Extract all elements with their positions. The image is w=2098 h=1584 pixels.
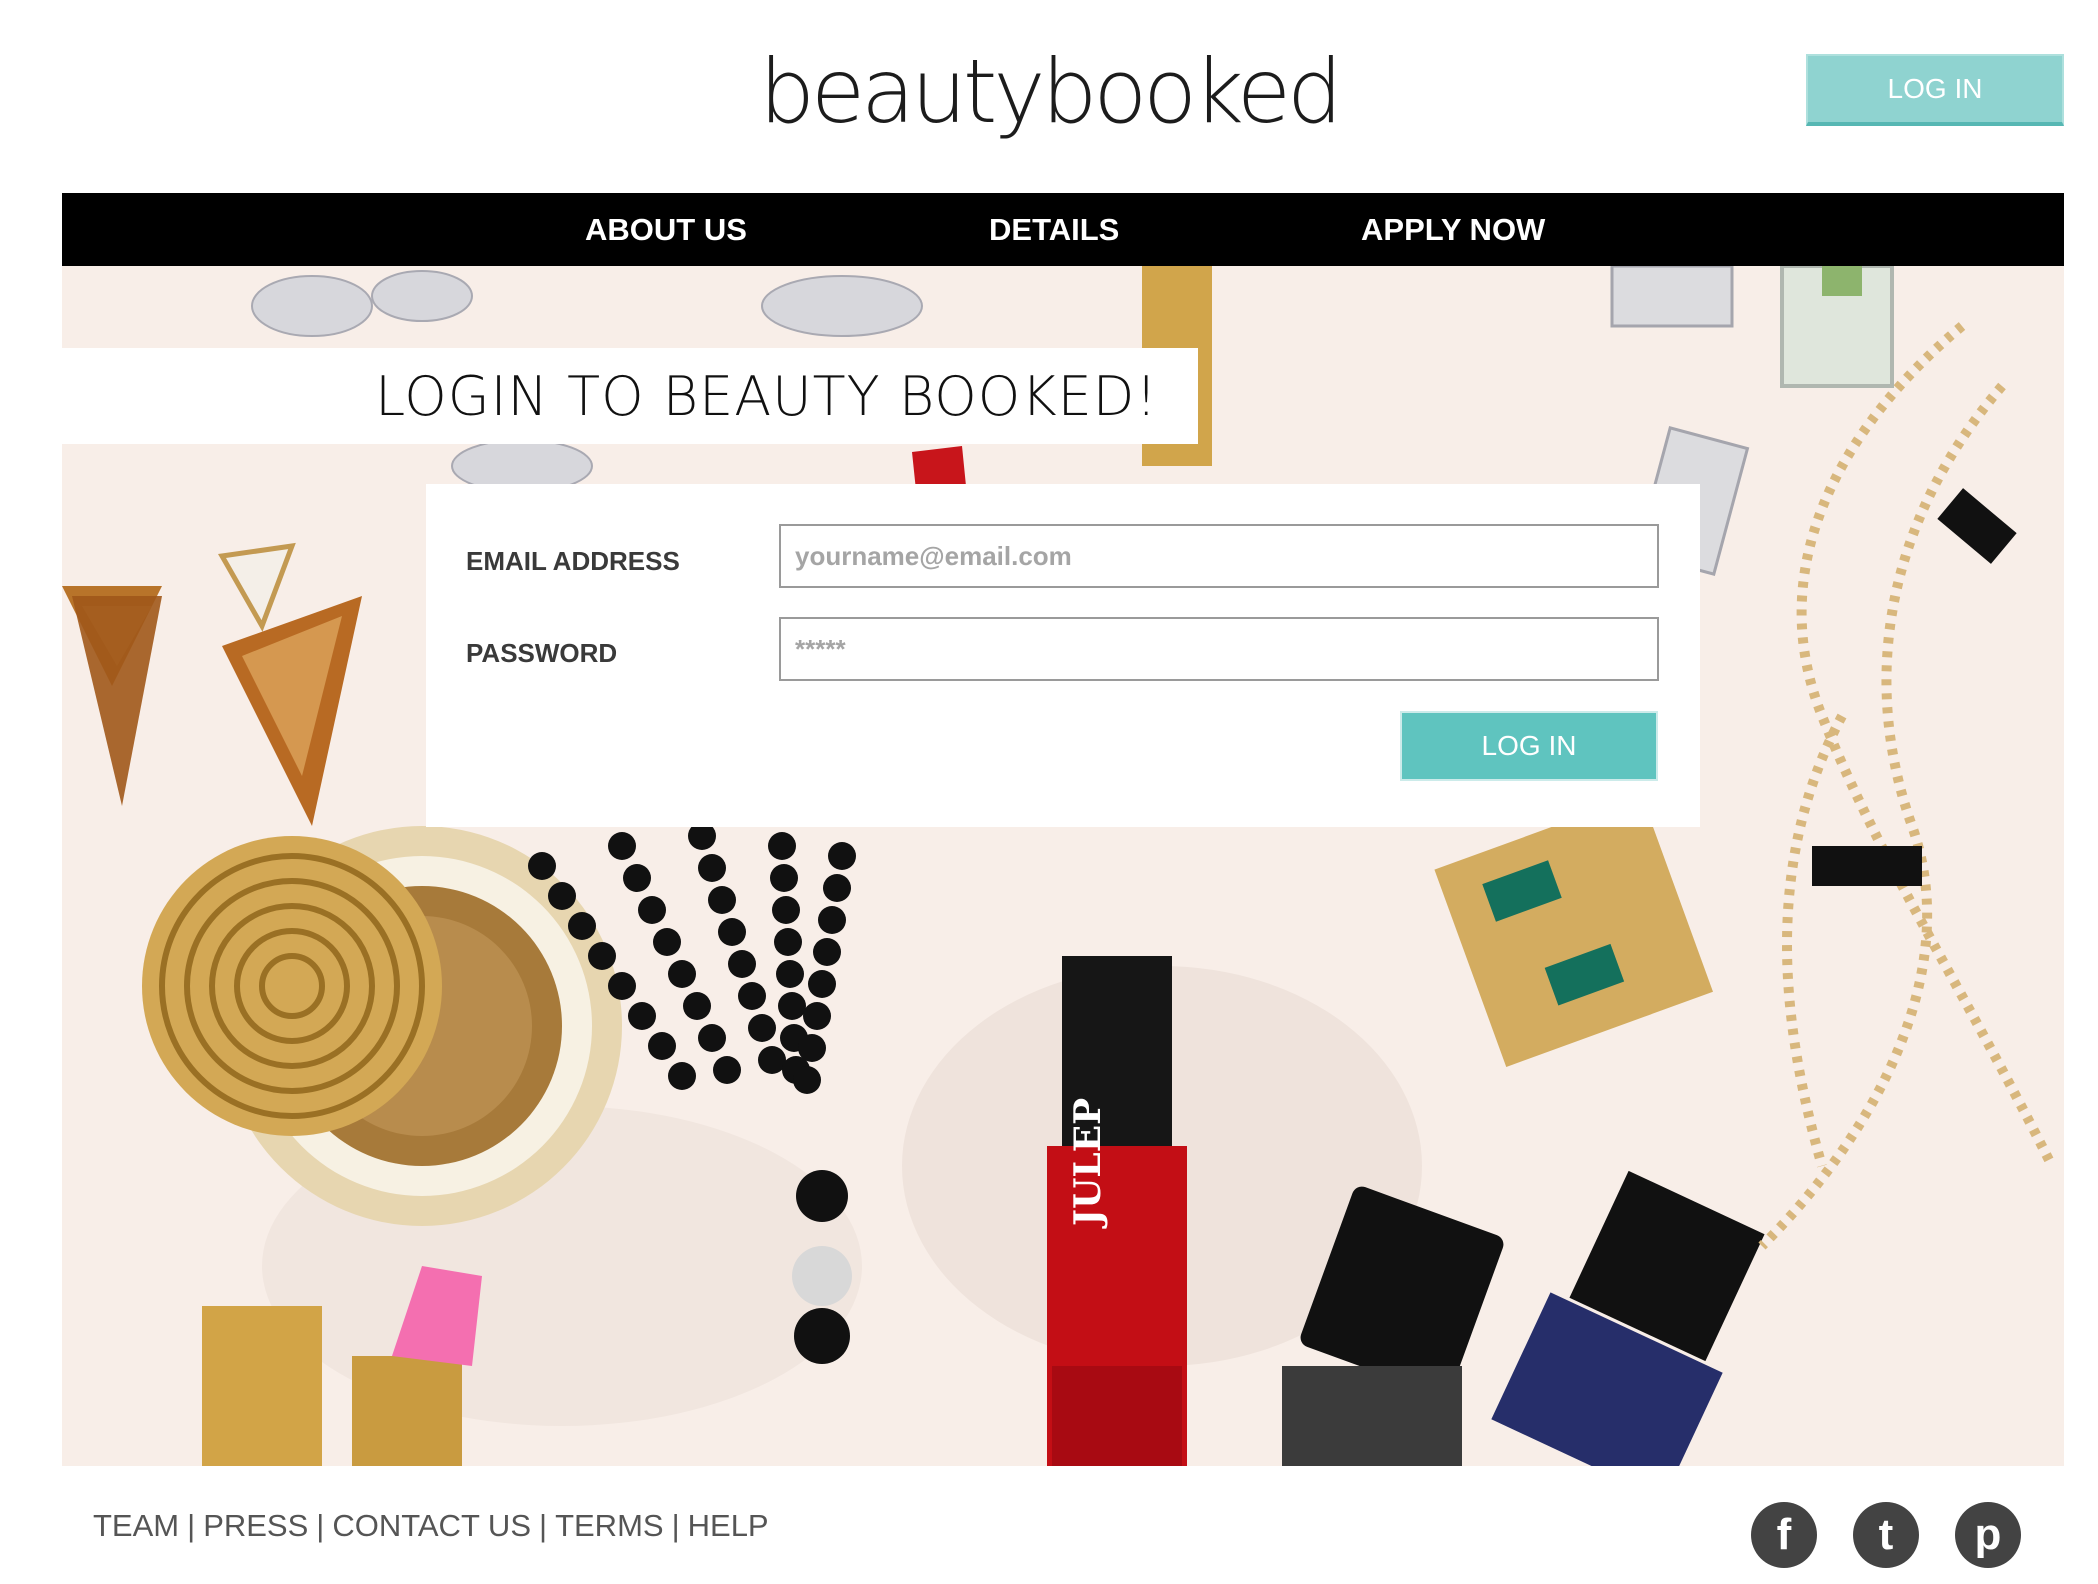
login-title-band: LOGIN TO BEAUTY BOOKED!	[62, 348, 1198, 444]
footer-link-help[interactable]: HELP	[688, 1508, 769, 1543]
hero-illustration	[62, 266, 2064, 1466]
footer-link-team[interactable]: TEAM	[93, 1508, 179, 1543]
footer-links: TEAM | PRESS | CONTACT US | TERMS | HELP	[93, 1508, 769, 1544]
login-form: EMAIL ADDRESS PASSWORD LOG IN	[426, 484, 1700, 827]
hero-background-image: JULEP	[62, 266, 2064, 1466]
email-field[interactable]	[779, 524, 1659, 588]
header-login-button[interactable]: LOG IN	[1806, 54, 2064, 126]
page-title: LOGIN TO BEAUTY BOOKED!	[375, 364, 1158, 428]
facebook-icon[interactable]: f	[1751, 1502, 1817, 1568]
footer-separator: |	[671, 1508, 680, 1543]
footer-separator: |	[187, 1508, 196, 1543]
email-label: EMAIL ADDRESS	[466, 546, 680, 576]
footer-link-press[interactable]: PRESS	[203, 1508, 308, 1543]
password-field[interactable]	[779, 617, 1659, 681]
password-label: PASSWORD	[466, 638, 618, 668]
twitter-icon[interactable]: t	[1853, 1502, 1919, 1568]
login-submit-button[interactable]: LOG IN	[1400, 711, 1658, 781]
footer-link-contact-us[interactable]: CONTACT US	[332, 1508, 531, 1543]
pinterest-icon[interactable]: p	[1955, 1502, 2021, 1568]
site-logo[interactable]: beautybooked	[0, 40, 2098, 143]
footer-separator: |	[316, 1508, 325, 1543]
nav-item-apply-now[interactable]: APPLY NOW	[1361, 193, 1545, 266]
julep-label: JULEP	[1067, 1097, 1109, 1226]
footer-separator: |	[539, 1508, 548, 1543]
main-nav: ABOUT US DETAILS APPLY NOW	[62, 193, 2064, 266]
footer-link-terms[interactable]: TERMS	[555, 1508, 664, 1543]
nav-item-details[interactable]: DETAILS	[989, 193, 1119, 266]
nav-item-about-us[interactable]: ABOUT US	[585, 193, 747, 266]
